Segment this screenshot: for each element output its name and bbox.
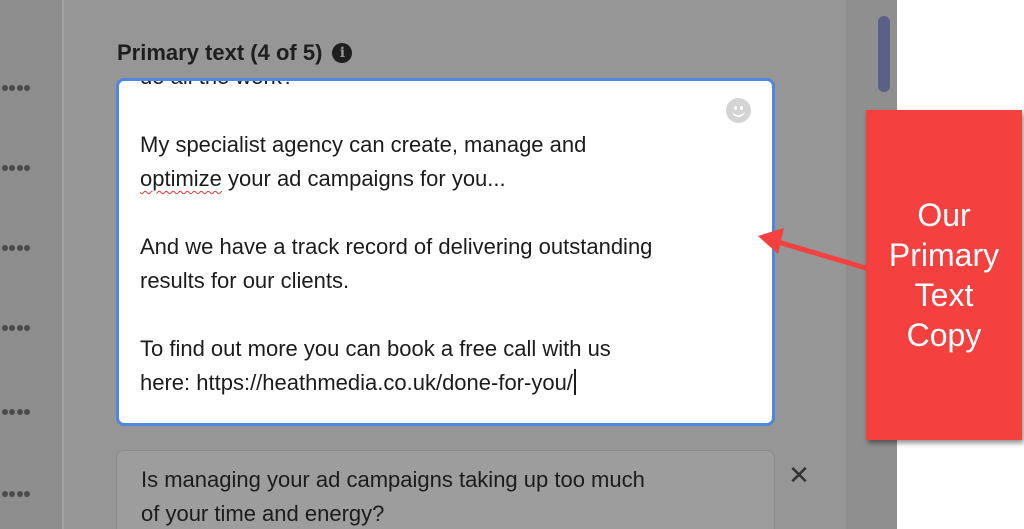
editor-line-text: here: https://heathmedia.co.uk/done-for-… xyxy=(140,370,573,395)
callout-line: Primary xyxy=(888,237,1000,273)
primary-text-content[interactable]: do all the work? My specialist agency ca… xyxy=(119,81,772,400)
drag-handle-icon[interactable] xyxy=(2,408,30,416)
callout-text: Our Primary Text Copy xyxy=(869,195,1019,355)
drag-handle-icon[interactable] xyxy=(2,84,30,92)
drag-handle-icon[interactable] xyxy=(2,490,30,498)
callout-line: Copy xyxy=(906,317,982,353)
editor-line: My specialist agency can create, manage … xyxy=(140,132,587,157)
misspelled-word[interactable]: optimize xyxy=(140,166,222,191)
editor-line-text: your ad campaigns for you... xyxy=(221,166,506,191)
panel-divider xyxy=(62,0,64,529)
editor-line: results for our clients. xyxy=(140,268,350,293)
drag-handle-icon[interactable] xyxy=(2,244,30,252)
primary-text-heading: Primary text (4 of 5) i xyxy=(117,40,353,66)
editor-line: And we have a track record of delivering… xyxy=(140,234,653,259)
left-rail xyxy=(0,0,62,529)
editor-line: here: https://heathmedia.co.uk/done-for-… xyxy=(140,366,772,400)
drag-handle-icon[interactable] xyxy=(2,164,30,172)
editor-line: optimize your ad campaigns for you... xyxy=(140,162,772,196)
primary-text-variation-input[interactable]: Is managing your ad campaigns taking up … xyxy=(116,450,775,529)
emoji-smiley-icon[interactable] xyxy=(726,98,751,123)
primary-text-input[interactable]: do all the work? My specialist agency ca… xyxy=(116,78,775,426)
variation-line: of your time and energy? xyxy=(141,501,385,526)
info-icon[interactable]: i xyxy=(332,43,353,63)
scrollbar-thumb[interactable] xyxy=(878,16,890,92)
callout-line: Text xyxy=(914,277,974,313)
drag-handle-icon[interactable] xyxy=(2,324,30,332)
callout-line: Our xyxy=(917,197,971,233)
primary-text-label: Primary text (4 of 5) xyxy=(117,40,323,65)
ad-editor-panel: Primary text (4 of 5) i do all the work?… xyxy=(0,0,897,529)
text-caret xyxy=(573,369,576,395)
editor-line: do all the work? xyxy=(140,81,772,94)
variation-line: Is managing your ad campaigns taking up … xyxy=(141,467,645,492)
close-icon[interactable]: ✕ xyxy=(786,462,812,488)
callout-box: Our Primary Text Copy xyxy=(866,110,1022,440)
editor-line: To find out more you can book a free cal… xyxy=(140,336,611,361)
